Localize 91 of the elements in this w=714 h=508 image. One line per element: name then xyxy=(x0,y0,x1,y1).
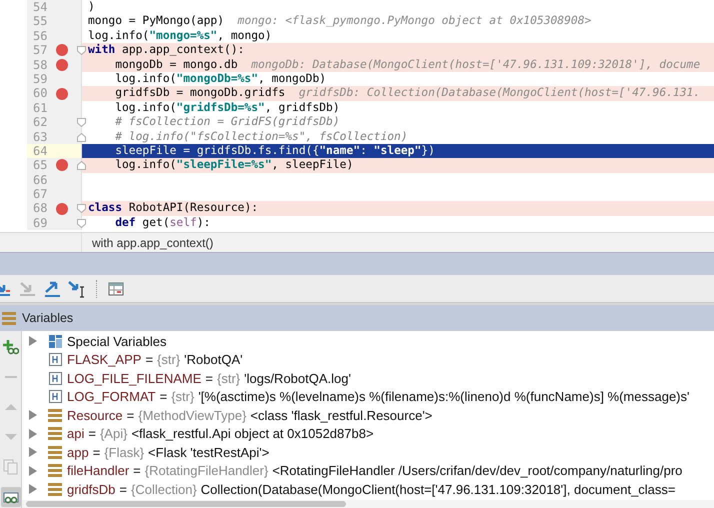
breakpoint-icon[interactable] xyxy=(56,58,68,71)
object-icon xyxy=(2,312,16,324)
variable-type: {str} xyxy=(216,370,240,388)
code-line: with app.app_context(): xyxy=(88,43,244,56)
expand-arrow-icon[interactable] xyxy=(29,410,37,420)
breakpoint-icon[interactable] xyxy=(56,159,68,172)
line-number: 62 xyxy=(33,115,48,130)
line-number: 69 xyxy=(33,216,48,230)
code-line: mongoDb = mongo.db mongoDb: Database(MongoClient(host=['47.96.131.109:32018'], docume xyxy=(114,58,700,71)
variable-value: Collection(Database(MongoClient(host=['47.96.131.109:32018'], document_class= xyxy=(200,480,676,499)
expand-arrow-icon[interactable] xyxy=(29,336,37,346)
line-number: 56 xyxy=(33,28,48,44)
add-watch-icon[interactable] xyxy=(2,339,18,355)
object-icon xyxy=(48,482,62,496)
line-number: 65 xyxy=(33,158,48,173)
code-line: # fsCollection = GridFS(gridfsDb) xyxy=(114,115,340,128)
line-number: 59 xyxy=(33,72,48,86)
object-icon xyxy=(48,427,62,440)
variable-value: 'logs/RobotQA.log' xyxy=(244,370,351,388)
variable-name[interactable]: api xyxy=(67,424,84,444)
equals-sign: = xyxy=(133,462,141,480)
variable-value: <Flask 'testRestApi'> xyxy=(148,444,270,462)
variable-value: <class 'flask_restful.Resource'> xyxy=(250,406,432,425)
equals-sign: = xyxy=(88,425,96,443)
equals-sign: = xyxy=(205,370,213,388)
field-icon xyxy=(48,353,62,366)
code-line: log.info("mongoDb=%s", mongoDb) xyxy=(114,72,326,85)
run-to-cursor-icon[interactable] xyxy=(67,278,87,298)
grid-icon xyxy=(48,334,62,348)
code-line: log.info("gridfsDb=%s", gridfsDb) xyxy=(114,100,340,114)
scrollbar[interactable] xyxy=(26,501,346,507)
expand-arrow-icon[interactable] xyxy=(29,484,37,494)
line-number: 57 xyxy=(33,43,48,58)
code-line: log.info("sleepFile=%s", sleepFile) xyxy=(114,158,354,172)
variable-value: <flask_restful.Api object at 0x1052d87b8> xyxy=(131,425,374,443)
variable-type: {MethodViewType} xyxy=(138,406,246,425)
fold-icon[interactable] xyxy=(77,161,86,170)
code-line: class RobotAPI(Resource): xyxy=(88,201,258,214)
line-number: 55 xyxy=(33,14,48,29)
field-icon xyxy=(48,390,62,404)
line-number: 68 xyxy=(33,201,48,216)
breakpoint-icon[interactable] xyxy=(56,202,68,215)
breakpoint-icon[interactable] xyxy=(56,88,68,100)
code-line: # log.info("fsCollection=%s", fsCollection) xyxy=(114,130,408,143)
object-icon xyxy=(48,464,62,478)
variable-type: {Api} xyxy=(100,425,128,443)
line-number: 54 xyxy=(33,0,48,14)
variable-name[interactable]: LOG_FILE_FILENAME xyxy=(67,368,202,388)
code-line: log.info("mongo=%s", mongo) xyxy=(88,28,272,42)
line-number: 64 xyxy=(33,144,48,158)
variable-name[interactable]: fileHandler xyxy=(67,461,130,480)
panel-title: Variables xyxy=(22,310,74,327)
equals-sign: = xyxy=(119,480,128,498)
variable-type: {Collection} xyxy=(131,480,197,499)
variable-value: 'RobotQA' xyxy=(184,351,243,369)
breadcrumb[interactable]: with app.app_context() xyxy=(92,234,214,252)
code-line: mongo = PyMongo(app) mongo: <flask_pymongo.PyMongo object at 0x105308908> xyxy=(88,14,592,28)
code-line: sleepFile = gridfsDb.fs.find({"name": "sleep"}) xyxy=(114,144,435,157)
equals-sign: = xyxy=(126,406,134,424)
variable-type: {RotatingFileHandler} xyxy=(144,462,268,480)
code-line: def get(self): xyxy=(114,216,210,229)
line-number: 66 xyxy=(33,172,48,188)
code-line: ) xyxy=(88,0,95,13)
line-number: 67 xyxy=(33,187,48,202)
field-icon xyxy=(48,372,62,385)
variable-name[interactable]: FLASK_APP xyxy=(67,350,142,370)
line-number: 60 xyxy=(33,86,48,101)
variable-name[interactable]: Special Variables xyxy=(67,332,166,351)
equals-sign: = xyxy=(145,351,154,369)
line-number: 61 xyxy=(33,100,48,116)
equals-sign: = xyxy=(160,388,168,406)
expand-arrow-icon[interactable] xyxy=(29,466,37,476)
variable-type: {Flask} xyxy=(104,444,144,462)
variable-name[interactable]: Resource xyxy=(67,406,123,425)
object-icon xyxy=(48,446,62,459)
line-number: 58 xyxy=(33,58,48,72)
variable-type: {str} xyxy=(171,388,194,406)
object-icon xyxy=(48,408,62,422)
breakpoint-icon[interactable] xyxy=(56,44,68,56)
expand-arrow-icon[interactable] xyxy=(29,428,37,439)
variable-name[interactable]: LOG_FORMAT xyxy=(67,387,156,406)
line-number: 63 xyxy=(33,130,48,144)
variable-name[interactable]: gridfsDb xyxy=(67,480,116,499)
equals-sign: = xyxy=(92,444,100,462)
code-line: gridfsDb = mongoDb.gridfs gridfsDb: Collection(Database(MongoClient(host=['47.96.131. xyxy=(114,86,700,100)
variable-name[interactable]: app xyxy=(67,442,89,462)
variable-type: {str} xyxy=(157,351,180,369)
variable-value: <RotatingFileHandler /Users/crifan/dev/dev_root/company/naturling/pro xyxy=(272,462,682,480)
expand-arrow-icon[interactable] xyxy=(29,447,37,458)
fold-icon[interactable] xyxy=(77,46,86,56)
variable-value: '[%(asctime)s %(levelname)s %(filename)s:%(lineno)d %(funcName)s] %(message)s' xyxy=(198,388,690,406)
